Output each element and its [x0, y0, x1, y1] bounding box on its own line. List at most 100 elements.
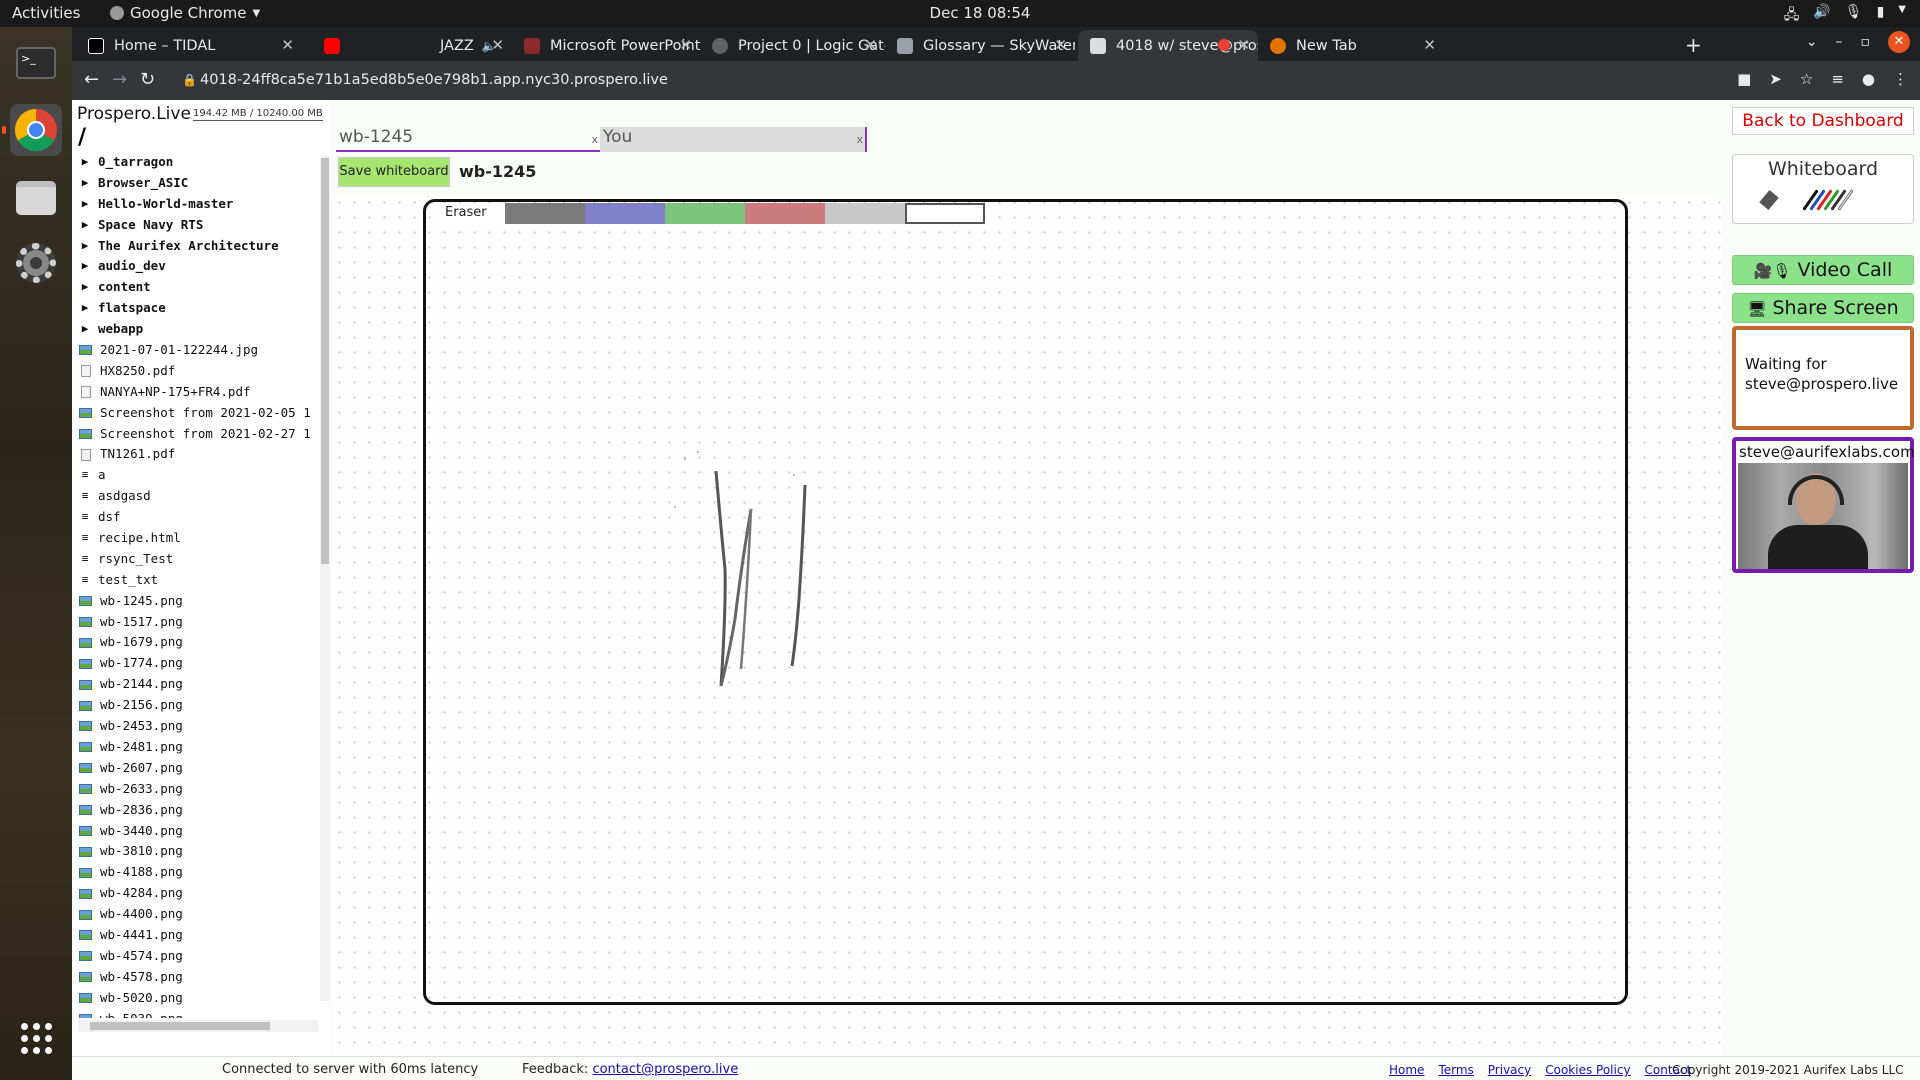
clock[interactable]: Dec 18 08:54 — [900, 4, 1060, 22]
whiteboard-canvas[interactable] — [423, 199, 1628, 1005]
reload-icon[interactable]: ↻ — [140, 69, 155, 90]
scroll-thumb[interactable] — [321, 158, 329, 564]
app-menu[interactable]: Google Chrome ▼ — [110, 4, 260, 22]
color-swatch[interactable] — [825, 203, 905, 224]
brand-title[interactable]: Prospero.Live — [77, 104, 191, 124]
folder-item[interactable]: ▶ 0_tarragon — [78, 152, 318, 173]
file-item[interactable]: ≡ rsync_Test — [78, 549, 318, 570]
whiteboard-panel[interactable]: Whiteboard — [1732, 154, 1914, 224]
send-icon[interactable]: ➤ — [1769, 70, 1782, 88]
folder-item[interactable]: ▶ content — [78, 277, 318, 298]
file-item[interactable]: wb-1245.png — [78, 591, 318, 612]
star-icon[interactable]: ☆ — [1800, 70, 1813, 88]
back-to-dashboard-button[interactable]: Back to Dashboard — [1732, 107, 1914, 135]
file-item[interactable]: wb-2607.png — [78, 758, 318, 779]
file-item[interactable]: wb-4578.png — [78, 967, 318, 988]
show-apps-button[interactable] — [10, 1012, 62, 1064]
file-item[interactable]: NANYA+NP-175+FR4.pdf — [78, 382, 318, 403]
color-swatch[interactable] — [905, 203, 985, 224]
video-call-button[interactable]: 🎥🎙 Video Call — [1732, 255, 1914, 285]
file-item[interactable]: Screenshot from 2021-02-05 1 — [78, 403, 318, 424]
folder-item[interactable]: ▶ Hello-World-master — [78, 194, 318, 215]
color-swatch[interactable] — [505, 203, 585, 224]
share-screen-button[interactable]: 🖥 Share Screen — [1732, 293, 1914, 323]
browser-tab[interactable]: Home – TIDAL ✕ — [76, 30, 302, 61]
file-item[interactable]: wb-4400.png — [78, 904, 318, 925]
file-item[interactable]: wb-2481.png — [78, 737, 318, 758]
file-item[interactable]: wb-2156.png — [78, 695, 318, 716]
window-close-button[interactable]: ✕ — [1888, 31, 1910, 53]
file-item[interactable]: wb-4441.png — [78, 925, 318, 946]
file-item[interactable]: wb-5020.png — [78, 988, 318, 1009]
browser-tab[interactable]: JAZZ 🔈 ✕ — [312, 30, 512, 61]
file-item[interactable]: wb-4574.png — [78, 946, 318, 967]
file-item[interactable]: wb-5039.png — [78, 1009, 318, 1018]
tab-search-icon[interactable]: ⌄ — [1806, 34, 1818, 50]
whiteboard-tab[interactable]: wb-1245 x — [336, 127, 600, 152]
close-icon[interactable]: ✕ — [679, 36, 692, 54]
footer-link-home[interactable]: Home — [1389, 1063, 1424, 1077]
footer-link-privacy[interactable]: Privacy — [1488, 1063, 1531, 1077]
folder-item[interactable]: ▶ audio_dev — [78, 256, 318, 277]
you-tab[interactable]: You x — [600, 127, 867, 152]
file-item[interactable]: wb-4188.png — [78, 862, 318, 883]
scroll-thumb[interactable] — [90, 1022, 270, 1030]
profile-icon[interactable]: ● — [1862, 70, 1875, 88]
chrome-dock-icon[interactable] — [2, 104, 62, 156]
file-item[interactable]: ≡ dsf — [78, 507, 318, 528]
file-item[interactable]: wb-2144.png — [78, 674, 318, 695]
horizontal-scrollbar[interactable] — [78, 1020, 318, 1032]
back-arrow-icon[interactable]: ← — [84, 69, 99, 90]
file-item[interactable]: Screenshot from 2021-02-27 1 — [78, 424, 318, 445]
file-item[interactable]: TN1261.pdf — [78, 444, 318, 465]
close-icon[interactable]: ✕ — [281, 36, 294, 54]
system-tray[interactable]: 🖧 🔊 🎙 ▮ ▼ — [1784, 4, 1906, 28]
activities-button[interactable]: Activities — [12, 4, 80, 22]
file-item[interactable]: wb-3810.png — [78, 841, 318, 862]
browser-tab[interactable]: New Tab ✕ — [1258, 30, 1444, 61]
close-icon[interactable]: x — [856, 133, 863, 146]
close-icon[interactable]: ✕ — [1237, 36, 1250, 54]
minimize-button[interactable]: – — [1836, 34, 1843, 50]
folder-item[interactable]: ▶ Space Navy RTS — [78, 215, 318, 236]
folder-item[interactable]: ▶ The Aurifex Architecture — [78, 236, 318, 257]
save-whiteboard-button[interactable]: Save whiteboard — [338, 157, 450, 187]
file-item[interactable]: ≡ recipe.html — [78, 528, 318, 549]
peer-video-feed[interactable] — [1738, 463, 1908, 569]
media-icon[interactable]: ≡ — [1831, 70, 1844, 88]
forward-arrow-icon[interactable]: → — [112, 69, 127, 90]
file-item[interactable]: wb-1774.png — [78, 653, 318, 674]
file-item[interactable]: ≡ test_txt — [78, 570, 318, 591]
settings-dock-icon[interactable] — [10, 237, 62, 289]
folder-item[interactable]: ▶ flatspace — [78, 298, 318, 319]
footer-link-cookies[interactable]: Cookies Policy — [1545, 1063, 1630, 1077]
files-dock-icon[interactable] — [10, 172, 62, 224]
vertical-scrollbar[interactable] — [320, 156, 330, 1001]
file-item[interactable]: wb-2633.png — [78, 779, 318, 800]
color-swatch[interactable] — [745, 203, 825, 224]
file-item[interactable]: ≡ a — [78, 465, 318, 486]
file-item[interactable]: ≡ asdgasd — [78, 486, 318, 507]
camera-icon[interactable]: ■ — [1737, 70, 1751, 88]
file-item[interactable]: HX8250.pdf — [78, 361, 318, 382]
browser-tab[interactable]: Microsoft PowerPoint - ✕ — [512, 30, 700, 61]
folder-item[interactable]: ▶ Browser_ASIC — [78, 173, 318, 194]
eraser-button[interactable]: Eraser — [435, 203, 505, 224]
close-icon[interactable]: x — [591, 133, 598, 146]
browser-tab-active[interactable]: 4018 w/ steve@prosp ✕ — [1078, 30, 1258, 61]
color-swatch[interactable] — [585, 203, 665, 224]
maximize-button[interactable]: ▫ — [1861, 34, 1871, 50]
footer-link-terms[interactable]: Terms — [1438, 1063, 1473, 1077]
close-icon[interactable]: ✕ — [491, 36, 504, 54]
new-tab-button[interactable]: + — [1685, 33, 1702, 57]
kebab-menu-icon[interactable]: ⋮ — [1893, 70, 1908, 88]
feedback-email-link[interactable]: contact@prospero.live — [592, 1062, 738, 1077]
file-item[interactable]: wb-1679.png — [78, 632, 318, 653]
terminal-dock-icon[interactable]: >_ — [10, 37, 62, 89]
file-item[interactable]: wb-1517.png — [78, 612, 318, 633]
folder-item[interactable]: ▶ webapp — [78, 319, 318, 340]
browser-tab[interactable]: Glossary — SkyWater SK ✕ — [885, 30, 1075, 61]
close-icon[interactable]: ✕ — [1423, 36, 1436, 54]
file-item[interactable]: wb-2836.png — [78, 800, 318, 821]
address-bar[interactable]: 🔒 4018-24ff8ca5e71b1a5ed8b5e0e798b1.app.… — [180, 66, 1710, 94]
